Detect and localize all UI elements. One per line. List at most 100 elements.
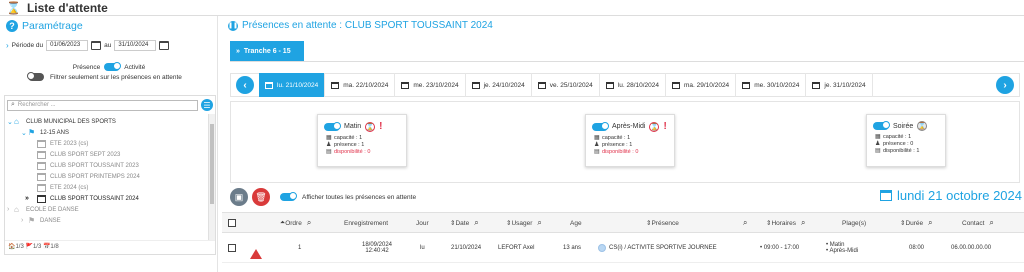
day-tab[interactable]: ma. 29/10/2024 [666, 73, 737, 97]
col-label: Contact [962, 219, 985, 227]
tree-node-period[interactable]: CLUB SPORT SEPT 2023 [5, 149, 215, 160]
day-tabs: lu. 21/10/2024 ma. 22/10/2024 me. 23/10/20… [259, 73, 991, 97]
search-icon[interactable]: ⌕ [928, 218, 932, 228]
calendar-icon [605, 81, 614, 89]
tree-stats: 🏠1/3 🚩1/3 📅1/8 [5, 240, 215, 251]
row-checkbox[interactable] [228, 233, 236, 263]
filter-pending-toggle[interactable] [27, 72, 44, 81]
tree-node-label: CLUB SPORT TOUSSAINT 2023 [50, 162, 139, 169]
col-age[interactable]: Age [570, 213, 582, 233]
chevron-right-icon[interactable]: › [7, 206, 14, 213]
cell-age: 13 ans [563, 245, 582, 251]
tree-node-period[interactable]: ETE 2024 (cs) [5, 182, 215, 193]
tree-node-club-municipal[interactable]: ⌄ ⌂ CLUB MUNICIPAL DES SPORTS [5, 116, 215, 127]
calendar-icon[interactable] [159, 41, 170, 50]
col-jour[interactable]: Jour [416, 213, 429, 233]
col-enregistrement[interactable]: Enregistrement [344, 213, 388, 233]
next-days-button[interactable]: › [996, 76, 1014, 94]
day-tab[interactable]: lu. 21/10/2024 [259, 73, 326, 97]
tree-search-row: ⌕ Rechercher ... ☰ [7, 98, 213, 112]
tree-node-danse[interactable]: › ⚑ DANSE [5, 215, 215, 226]
chevron-right-icon[interactable]: › [21, 217, 28, 224]
search-icon[interactable]: ⌕ [801, 218, 805, 228]
tree-node-period[interactable]: CLUB SPORT TOUSSAINT 2023 [5, 160, 215, 171]
search-icon[interactable]: ⌕ [474, 218, 478, 228]
cell-presence-label: CS(i) / ACTIVITE SPORTIVE JOURNEE [609, 245, 717, 251]
slot-card-matin[interactable]: Matin ⌛ ! ▦ capacité : 1 ♟ présence : 1 ▤ d… [317, 114, 407, 167]
grid-toolbar: ▣ 🗑 Afficher toutes les présences en att… [230, 186, 1024, 208]
slot-disponibilite: disponibilité : 0 [602, 148, 639, 155]
slot-card-apres-midi[interactable]: Après-Midi ⌛ ! ▦ capacité : 1 ♟ présence :… [585, 114, 675, 167]
settings-panel: ? Paramétrage › Période du 01/06/2023 au… [0, 16, 218, 272]
presence-filter[interactable]: ⌕ [738, 213, 747, 233]
day-tab[interactable]: je. 24/10/2024 [466, 73, 532, 97]
chevron-right-icon: › [6, 41, 9, 50]
col-plages[interactable]: Plage(s) [842, 213, 866, 233]
calendar-icon [37, 172, 46, 181]
tree-search-input[interactable]: ⌕ Rechercher ... [7, 99, 198, 111]
show-all-toggle[interactable] [280, 192, 297, 201]
tree-node-period[interactable]: CLUB SPORT PRINTEMPS 2024 [5, 171, 215, 182]
tree-node-selected-period[interactable]: » CLUB SPORT TOUSSAINT 2024 [5, 193, 215, 204]
day-tab[interactable]: ve. 25/10/2024 [532, 73, 600, 97]
tree-node-label: ECOLE DE DANSE [26, 206, 79, 213]
tree-node-period[interactable]: ETE 2023 (cs) [5, 138, 215, 149]
double-chevron-icon: » [236, 47, 240, 55]
current-date: lundi 21 octobre 2024 [896, 188, 1022, 203]
day-tab[interactable]: je. 31/10/2024 [806, 73, 873, 97]
col-label: Age [570, 219, 582, 227]
delete-button[interactable]: 🗑 [252, 188, 270, 206]
select-all-checkbox[interactable] [228, 213, 236, 233]
filter-label: Filtrer seulement sur les présences en a… [50, 73, 182, 81]
capacity-icon: ▦ [875, 134, 881, 140]
tree-node-label: CLUB SPORT PRINTEMPS 2024 [50, 173, 140, 180]
cell-enreg-time: 12:40:42 [365, 248, 389, 254]
availability-icon: ▤ [326, 149, 332, 155]
col-ordre[interactable]: ⏶ Ordre ⌕ [280, 213, 311, 233]
slot-card-soiree[interactable]: Soirée ⌛ ▦ capacité : 1 ♟ présence : 0 ▤ di… [866, 114, 946, 167]
tree-node-label: ETE 2023 (cs) [50, 140, 89, 147]
tree-node-ecole-danse[interactable]: › ⌂ ECOLE DE DANSE [5, 204, 215, 215]
plage-item: Après-Midi [826, 248, 858, 254]
scrollbar-thumb[interactable] [210, 124, 214, 204]
col-date[interactable]: ⇕ Date ⌕ [450, 213, 479, 233]
date-to-field[interactable]: 31/10/2024 [114, 40, 157, 51]
warning-icon: ! [250, 233, 262, 263]
slot-toggle[interactable] [324, 121, 341, 131]
day-tab-label: ma. 22/10/2024 [343, 81, 389, 89]
table-row[interactable]: ! 1 18/09/2024 12:40:42 lu 21/10/2024 LE… [222, 233, 1024, 263]
calendar-icon[interactable] [91, 41, 102, 50]
chevron-down-icon[interactable]: ⌄ [7, 118, 14, 126]
chevron-down-icon[interactable]: ⌄ [21, 129, 28, 137]
list-toggle-icon[interactable]: ☰ [201, 99, 213, 111]
col-label: Durée [905, 219, 924, 227]
search-icon[interactable]: ⌕ [537, 218, 541, 228]
col-contact[interactable]: Contact ⌕ [962, 213, 994, 233]
tree-scrollbar[interactable] [208, 114, 215, 240]
col-duree[interactable]: ⇕ Durée ⌕ [900, 213, 933, 233]
prev-days-button[interactable]: ‹ [236, 76, 254, 94]
tranche-tab[interactable]: » Tranche 6 - 15 [230, 41, 304, 61]
slot-toggle[interactable] [592, 121, 609, 131]
col-usager[interactable]: ⇕ Usager ⌕ [506, 213, 542, 233]
day-tab[interactable]: me. 30/10/2024 [736, 73, 807, 97]
search-icon[interactable]: ⌕ [989, 218, 993, 228]
col-presence[interactable]: ⇕ Présence [646, 213, 679, 233]
calendar-icon [401, 81, 410, 89]
slot-presence: présence : 1 [602, 141, 633, 148]
tree-node-12-15-ans[interactable]: ⌄ ⚑ 12-15 ANS [5, 127, 215, 138]
activite-label: Activité [124, 63, 146, 71]
slot-toggle[interactable] [873, 121, 890, 130]
search-icon[interactable]: ⌕ [307, 218, 311, 228]
search-icon[interactable]: ⌕ [743, 218, 747, 228]
col-label: Jour [416, 219, 429, 227]
date-from-field[interactable]: 01/06/2023 [46, 40, 89, 51]
presence-activite-toggle[interactable] [104, 62, 122, 71]
save-button[interactable]: ▣ [230, 188, 248, 206]
day-tab[interactable]: ma. 22/10/2024 [325, 73, 396, 97]
day-tab[interactable]: lu. 28/10/2024 [600, 73, 666, 97]
day-tab[interactable]: me. 23/10/2024 [395, 73, 466, 97]
slot-capacite: capacité : 1 [602, 134, 631, 141]
col-horaires[interactable]: ⇕ Horaires ⌕ [766, 213, 806, 233]
day-tab-label: ma. 29/10/2024 [684, 81, 730, 89]
